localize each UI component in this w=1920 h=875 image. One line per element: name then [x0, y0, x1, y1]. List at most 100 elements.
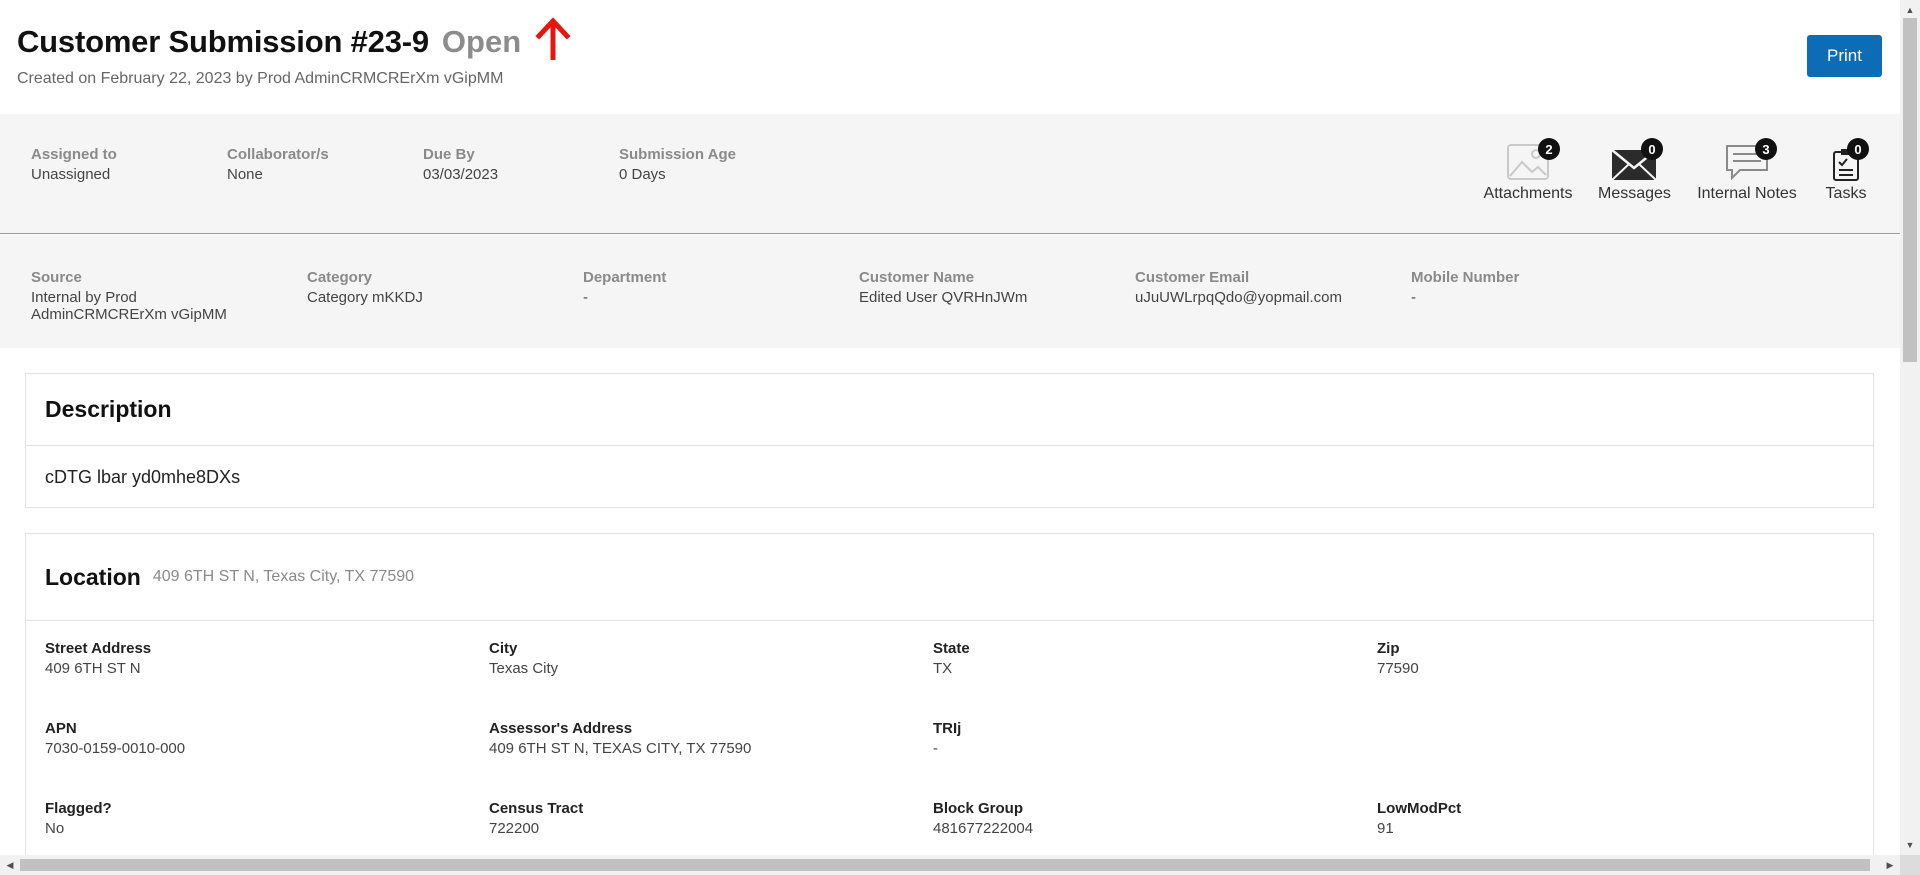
description-header: Description	[26, 374, 1873, 446]
census-tract-field: Census Tract 722200	[489, 800, 583, 837]
category-field: Category Category mKKDJ	[307, 269, 557, 306]
print-button[interactable]: Print	[1807, 35, 1882, 77]
notes-icon-box: 3	[1693, 138, 1801, 182]
description-card: Description cDTG lbar yd0mhe8DXs	[25, 373, 1874, 508]
assessor-address-label: Assessor's Address	[489, 720, 633, 737]
assigned-field[interactable]: Assigned to Unassigned	[31, 146, 117, 183]
location-header: Location 409 6TH ST N, Texas City, TX 77…	[26, 534, 1873, 621]
submission-age-field: Submission Age 0 Days	[619, 146, 736, 183]
customer-name-value: Edited User QVRHnJWm	[859, 289, 1028, 306]
lowmodpct-value: 91	[1377, 820, 1394, 837]
census-tract-label: Census Tract	[489, 800, 584, 817]
scroll-down-icon[interactable]: ▼	[1900, 835, 1920, 855]
flagged-label: Flagged?	[45, 800, 112, 817]
department-field: Department -	[583, 269, 833, 306]
customer-email-field: Customer Email uJuUWLrpqQdo@yopmail.com	[1135, 269, 1385, 306]
collaborators-field[interactable]: Collaborator/s None	[227, 146, 329, 183]
flagged-value: No	[45, 820, 65, 837]
status-label: Open	[441, 24, 522, 59]
created-info: Created on February 22, 2023 by Prod Adm…	[17, 70, 504, 87]
notes-count-badge: 3	[1755, 138, 1777, 160]
submission-meta: Assigned to Unassigned Collaborator/s No…	[0, 114, 1900, 234]
street-address-value: 409 6TH ST N	[45, 660, 141, 677]
customer-name-field: Customer Name Edited User QVRHnJWm	[859, 269, 1109, 306]
tasks-label: Tasks	[1825, 185, 1867, 202]
submission-age-value: 0 Days	[619, 166, 666, 183]
state-field: State TX	[933, 640, 970, 677]
city-field: City Texas City	[489, 640, 558, 677]
mobile-number-label: Mobile Number	[1411, 269, 1520, 286]
lowmodpct-label: LowModPct	[1377, 800, 1462, 817]
submission-age-label: Submission Age	[619, 146, 736, 163]
customer-email-value: uJuUWLrpqQdo@yopmail.com	[1135, 289, 1342, 306]
source-value: Internal by Prod AdminCRMCRErXm vGipMM	[31, 289, 227, 323]
block-group-value: 481677222004	[933, 820, 1034, 837]
collaborators-value: None	[227, 166, 263, 183]
messages-count-badge: 0	[1641, 138, 1663, 160]
horizontal-scroll-thumb[interactable]	[20, 859, 1870, 871]
scroll-left-icon[interactable]: ◀	[0, 855, 20, 875]
page-title: Customer Submission #23-9	[17, 24, 429, 59]
vertical-scroll-thumb[interactable]	[1903, 18, 1917, 362]
customer-email-label: Customer Email	[1135, 269, 1250, 286]
submission-info: Source Internal by Prod AdminCRMCRErXm v…	[0, 235, 1900, 348]
messages-label: Messages	[1598, 185, 1671, 202]
block-group-field: Block Group 481677222004	[933, 800, 1033, 837]
tasks-button[interactable]: 0 Tasks	[1822, 138, 1870, 203]
apn-field: APN 7030-0159-0010-000	[45, 720, 185, 757]
flagged-field: Flagged? No	[45, 800, 112, 837]
assigned-value: Unassigned	[31, 166, 111, 183]
tasks-icon-box: 0	[1822, 138, 1870, 182]
title-row: Customer Submission #23-9 Open	[17, 17, 573, 64]
due-by-label: Due By	[423, 146, 475, 163]
street-address-label: Street Address	[45, 640, 152, 657]
location-title: Location	[45, 563, 141, 590]
due-by-field[interactable]: Due By 03/03/2023	[423, 146, 498, 183]
scroll-right-icon[interactable]: ▶	[1880, 855, 1900, 875]
state-label: State	[933, 640, 970, 657]
category-value: Category mKKDJ	[307, 289, 423, 306]
department-value: -	[583, 289, 588, 306]
street-address-field: Street Address 409 6TH ST N	[45, 640, 151, 677]
mobile-number-field: Mobile Number -	[1411, 269, 1661, 306]
zip-value: 77590	[1377, 660, 1419, 677]
vertical-scrollbar[interactable]: ▲ ▼	[1900, 0, 1920, 855]
attachments-label: Attachments	[1483, 185, 1573, 202]
attachments-button[interactable]: 2 Attachments	[1480, 138, 1576, 203]
internal-notes-button[interactable]: 3 Internal Notes	[1693, 138, 1801, 203]
messages-button[interactable]: 0 Messages	[1598, 138, 1671, 203]
city-value: Texas City	[489, 660, 559, 677]
attachments-count-badge: 2	[1538, 138, 1560, 160]
state-value: TX	[933, 660, 953, 677]
source-field: Source Internal by Prod AdminCRMCRErXm v…	[31, 269, 261, 323]
scrollbar-corner	[1900, 855, 1920, 875]
assigned-label: Assigned to	[31, 146, 117, 163]
messages-icon-box: 0	[1598, 138, 1670, 182]
description-title: Description	[45, 396, 172, 422]
assessor-address-field: Assessor's Address 409 6TH ST N, TEXAS C…	[489, 720, 751, 757]
trij-field: TRIj -	[933, 720, 961, 757]
internal-notes-label: Internal Notes	[1697, 185, 1797, 202]
census-tract-value: 722200	[489, 820, 540, 837]
due-by-value: 03/03/2023	[423, 166, 499, 183]
arrow-up-icon	[535, 17, 571, 60]
page-header: Customer Submission #23-9 Open Created o…	[0, 0, 1900, 114]
collaborators-label: Collaborator/s	[227, 146, 329, 163]
description-text: cDTG lbar yd0mhe8DXs	[45, 467, 241, 487]
department-label: Department	[583, 269, 667, 286]
category-label: Category	[307, 269, 373, 286]
zip-field: Zip 77590	[1377, 640, 1419, 677]
tasks-count-badge: 0	[1847, 138, 1869, 160]
trij-label: TRIj	[933, 720, 962, 737]
customer-name-label: Customer Name	[859, 269, 975, 286]
lowmodpct-field: LowModPct 91	[1377, 800, 1461, 837]
apn-label: APN	[45, 720, 77, 737]
scroll-up-icon[interactable]: ▲	[1900, 0, 1920, 20]
assessor-address-value: 409 6TH ST N, TEXAS CITY, TX 77590	[489, 740, 752, 757]
block-group-label: Block Group	[933, 800, 1024, 817]
apn-value: 7030-0159-0010-000	[45, 740, 186, 757]
zip-label: Zip	[1377, 640, 1400, 657]
horizontal-scrollbar[interactable]: ◀ ▶	[0, 855, 1900, 875]
mobile-number-value: -	[1411, 289, 1416, 306]
location-card: Location 409 6TH ST N, Texas City, TX 77…	[25, 533, 1874, 873]
